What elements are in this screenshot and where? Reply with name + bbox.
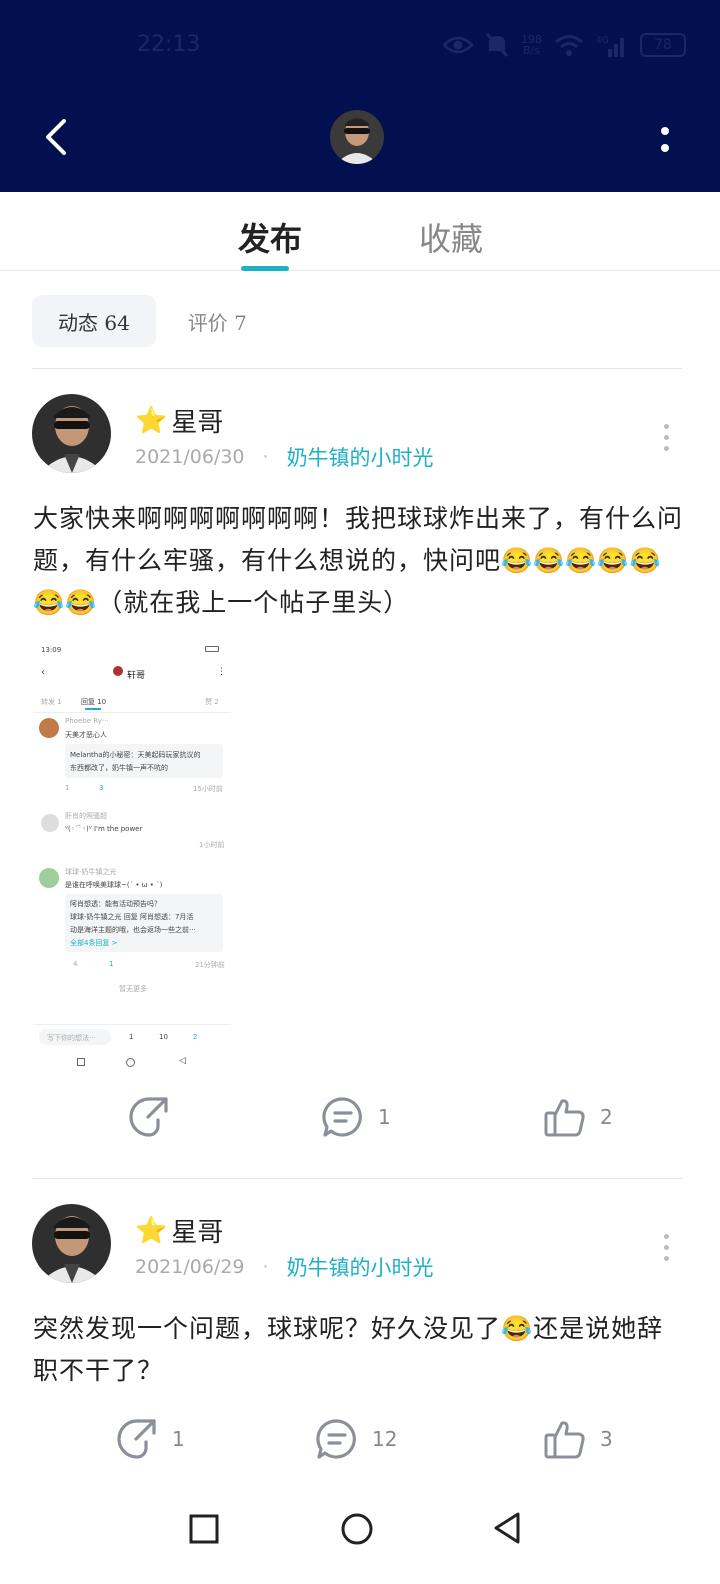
square-icon — [189, 1514, 219, 1544]
eye-icon — [443, 36, 473, 54]
share-count: 1 — [172, 1427, 185, 1451]
post-author[interactable]: ⭐ 星哥 — [135, 1212, 223, 1249]
post-more-button[interactable] — [660, 1234, 672, 1261]
share-button[interactable]: 1 — [116, 1418, 185, 1460]
home-button[interactable] — [341, 1513, 373, 1549]
post-image[interactable]: 13:09 ‹ 轩哥 ⋮ 转发 1 回复 10 赞 2 Phoebe Ry···… — [33, 640, 231, 1072]
system-nav-bar — [0, 1480, 720, 1584]
triangle-back-icon — [494, 1512, 520, 1544]
post-meta: 2021/06/30 · 奶牛镇的小时光 — [135, 442, 434, 472]
post-author[interactable]: ⭐ 星哥 — [135, 402, 223, 439]
comment-count: 1 — [378, 1105, 391, 1129]
header-bar: 22:13 198 B/s 4G 78 — [0, 0, 720, 192]
like-count: 2 — [600, 1105, 613, 1129]
post-topic-link[interactable]: 奶牛镇的小时光 — [287, 442, 434, 472]
tab-bar: 发布 收藏 — [0, 192, 720, 271]
svg-text:4G: 4G — [596, 36, 609, 46]
signal-icon: 4G — [596, 36, 624, 57]
avatar[interactable] — [32, 394, 111, 473]
share-icon — [117, 1419, 156, 1459]
thumbs-up-icon — [544, 1099, 585, 1137]
star-badge-icon: ⭐ — [135, 405, 168, 436]
net-speed: 198 B/s — [521, 33, 542, 57]
post-more-button[interactable] — [660, 424, 672, 451]
tab-favorites[interactable]: 收藏 — [419, 214, 483, 260]
tab-published[interactable]: 发布 — [238, 214, 302, 260]
post-topic-link[interactable]: 奶牛镇的小时光 — [287, 1252, 434, 1282]
divider — [32, 368, 682, 369]
filter-reviews[interactable]: 评价 7 — [166, 307, 269, 336]
comment-icon — [322, 1097, 362, 1137]
chevron-left-icon — [46, 119, 66, 155]
status-icons: 198 B/s 4G 78 — [443, 30, 686, 60]
sub-filter: 动态 64 评价 7 — [32, 294, 269, 348]
back-button[interactable] — [36, 112, 76, 162]
post-actions: 1 2 — [0, 1096, 720, 1156]
thumbs-up-icon — [544, 1421, 585, 1459]
like-count: 3 — [600, 1427, 613, 1451]
comment-button[interactable]: 1 — [322, 1096, 391, 1138]
more-options-button[interactable] — [650, 114, 680, 164]
system-back-button[interactable] — [492, 1511, 522, 1549]
filter-dynamic[interactable]: 动态 64 — [32, 295, 156, 347]
post-text: 突然发现一个问题，球球呢？好久没见了😂还是说她辞职不干了？ — [33, 1314, 664, 1385]
recent-apps-button[interactable] — [189, 1514, 219, 1548]
post-text: 大家快来啊啊啊啊啊啊啊！我把球球炸出来了，有什么问题，有什么牢骚，有什么想说的，… — [33, 504, 684, 617]
comment-button[interactable]: 12 — [316, 1418, 397, 1460]
comment-count: 12 — [372, 1427, 398, 1451]
like-button[interactable]: 3 — [544, 1418, 613, 1460]
share-icon — [129, 1097, 168, 1137]
battery-indicator: 78 — [640, 33, 686, 57]
mute-bell-icon — [485, 32, 509, 58]
status-time: 22:13 — [137, 32, 201, 57]
comment-icon — [316, 1419, 356, 1459]
wifi-icon — [555, 35, 583, 56]
star-badge-icon: ⭐ — [135, 1215, 168, 1246]
circle-icon — [341, 1513, 373, 1545]
like-button[interactable]: 2 — [544, 1096, 613, 1138]
avatar[interactable] — [32, 1204, 111, 1283]
active-tab-indicator — [241, 266, 289, 271]
post-meta: 2021/06/29 · 奶牛镇的小时光 — [135, 1252, 434, 1282]
divider — [32, 1178, 682, 1179]
share-button[interactable] — [128, 1096, 184, 1138]
post-date: 2021/06/30 — [135, 446, 245, 468]
header-avatar[interactable] — [330, 110, 384, 164]
post-actions: 1 12 3 — [0, 1418, 720, 1478]
post-date: 2021/06/29 — [135, 1256, 245, 1278]
